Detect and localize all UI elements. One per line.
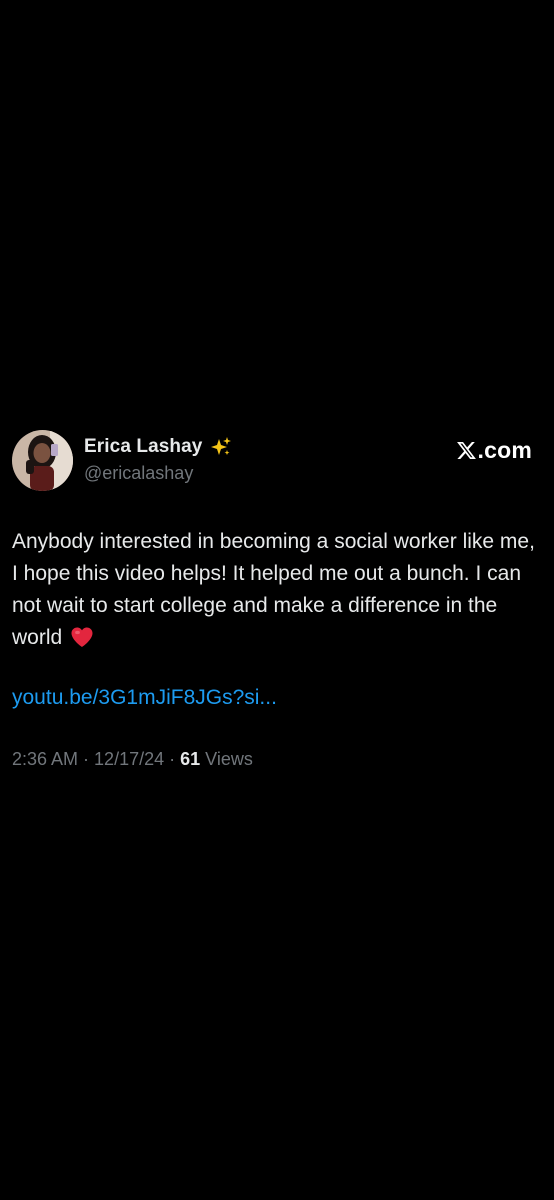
sparkles-icon <box>208 435 232 459</box>
meta-separator: · <box>164 749 181 769</box>
xcom-text: .com <box>477 437 532 463</box>
tweet-link[interactable]: youtu.be/3G1mJiF8JGs?si... <box>12 682 277 714</box>
tweet-card: Erica Lashay @ericalashay .com Anybody i… <box>0 0 554 1200</box>
avatar[interactable] <box>12 430 73 491</box>
meta-separator: · <box>78 749 95 769</box>
user-handle[interactable]: @ericalashay <box>84 463 193 484</box>
x-logo-icon <box>456 440 477 461</box>
display-name[interactable]: Erica Lashay <box>84 436 202 458</box>
views-count[interactable]: 61 <box>180 749 200 769</box>
tweet-date[interactable]: 12/17/24 <box>94 749 164 769</box>
red-heart-icon <box>70 626 94 648</box>
tweet-time[interactable]: 2:36 AM <box>12 749 78 769</box>
views-label: Views <box>200 749 253 769</box>
display-name-row[interactable]: Erica Lashay <box>84 435 232 459</box>
tweet-text: Anybody interested in becoming a social … <box>12 526 542 654</box>
tweet-metadata: 2:36 AM · 12/17/24 · 61 Views <box>12 747 253 771</box>
avatar-photo <box>12 430 73 491</box>
xcom-logo: .com <box>456 437 532 464</box>
